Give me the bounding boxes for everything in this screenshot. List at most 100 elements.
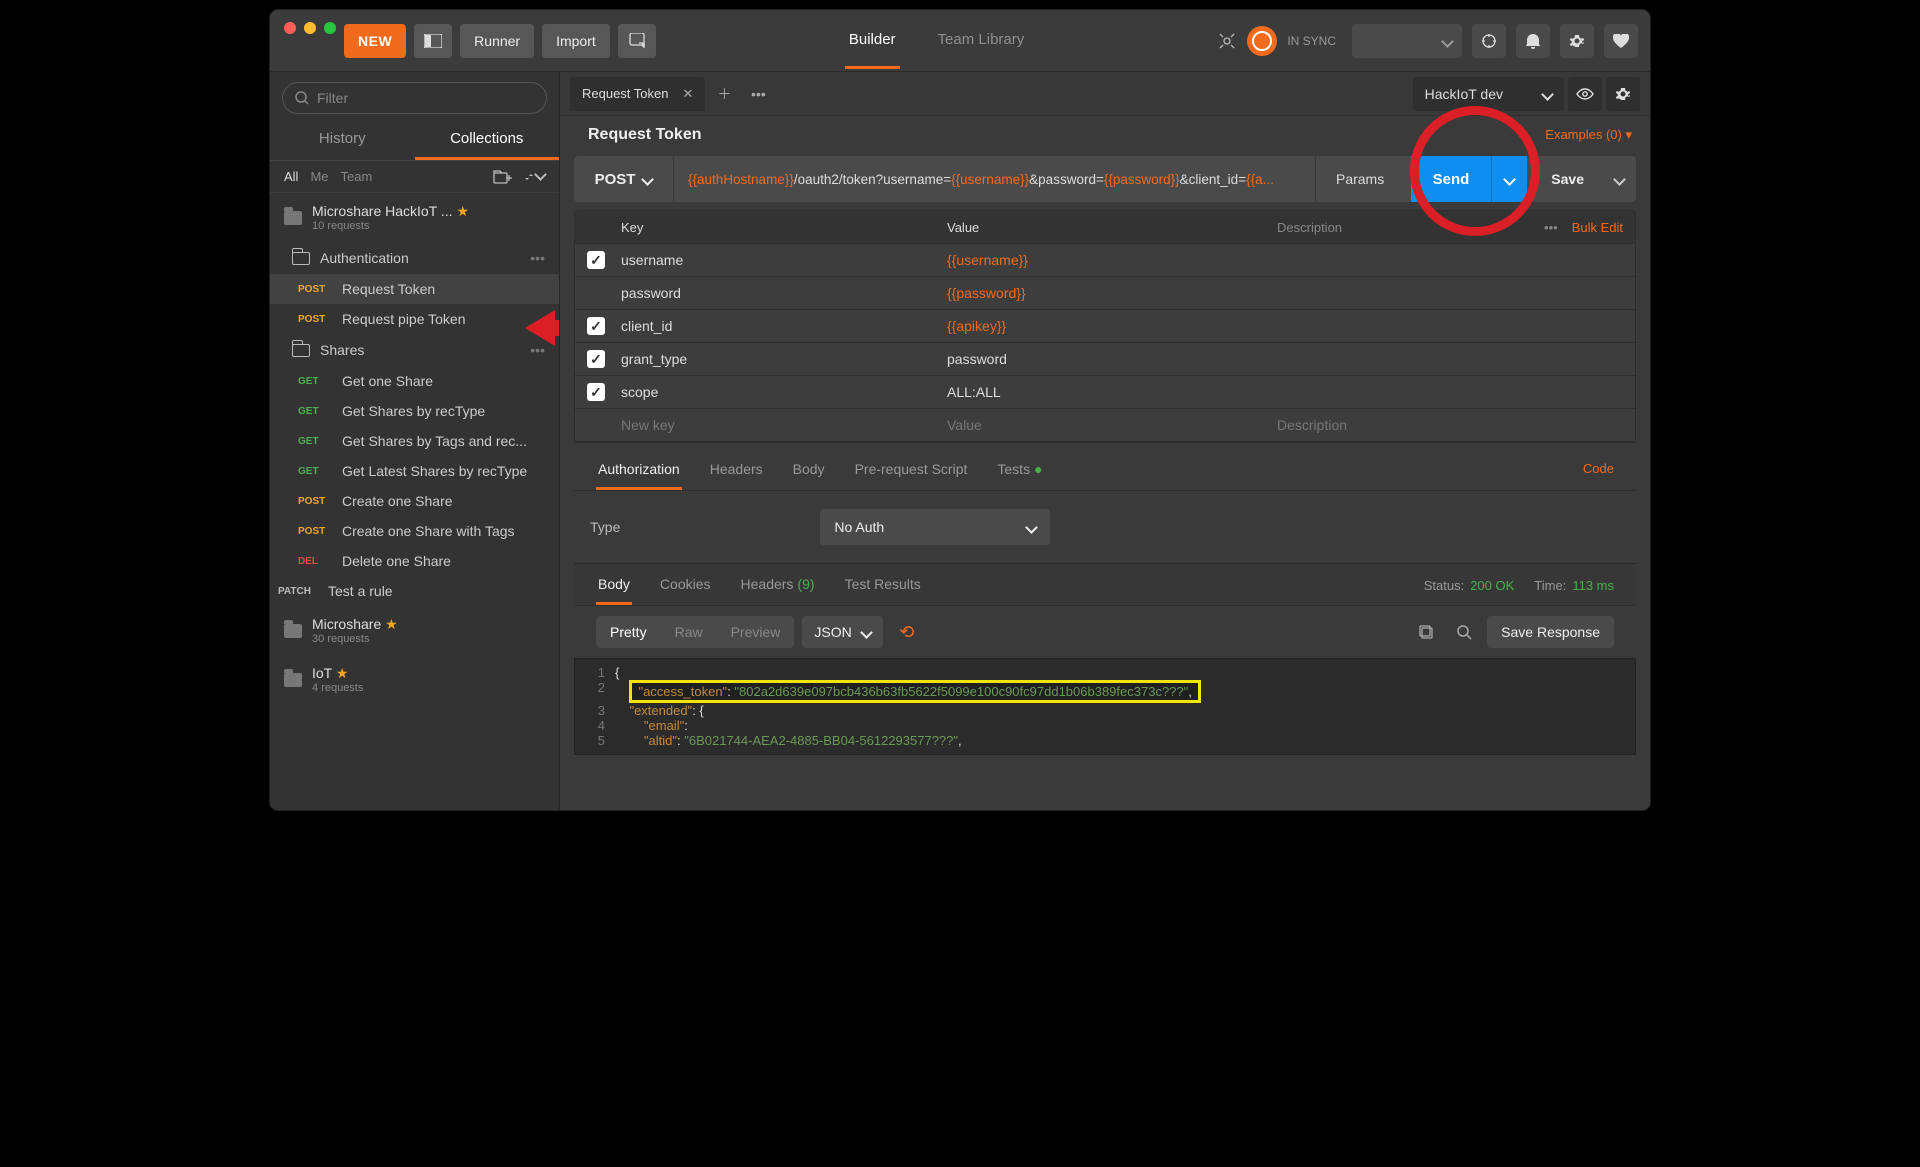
folder-authentication[interactable]: Authentication ••• xyxy=(270,242,559,274)
new-button[interactable]: NEW xyxy=(344,24,406,58)
method-dropdown[interactable]: POST xyxy=(574,156,674,202)
folder-menu-icon[interactable]: ••• xyxy=(530,342,545,358)
heart-icon[interactable] xyxy=(1604,24,1638,58)
tab-tests[interactable]: Tests● xyxy=(995,461,1044,490)
request-item[interactable]: GETGet one Share xyxy=(270,366,559,396)
new-desc[interactable]: Description xyxy=(1277,417,1505,433)
param-key[interactable]: password xyxy=(617,285,947,301)
new-value[interactable]: Value xyxy=(947,417,1277,433)
checkbox-icon[interactable]: ✓ xyxy=(587,317,605,335)
param-value[interactable]: {{username}} xyxy=(947,252,1277,268)
sidebar-tab-collections[interactable]: Collections xyxy=(415,120,560,160)
request-request-pipe-token[interactable]: POST Request pipe Token xyxy=(270,304,559,334)
settings-icon[interactable] xyxy=(1560,24,1594,58)
new-window-button[interactable] xyxy=(618,24,656,58)
environment-quicklook-icon[interactable] xyxy=(1568,77,1602,111)
response-body[interactable]: 1{2 "access_token": "802a2d639e097bcb436… xyxy=(574,658,1636,755)
runner-button[interactable]: Runner xyxy=(460,24,534,58)
view-raw[interactable]: Raw xyxy=(661,624,717,640)
param-row[interactable]: ✓ grant_type password xyxy=(575,343,1635,376)
resp-tab-tests[interactable]: Test Results xyxy=(843,576,923,605)
checkbox-icon[interactable]: ✓ xyxy=(587,383,605,401)
checkbox-icon[interactable]: ✓ xyxy=(587,251,605,269)
new-collection-icon[interactable] xyxy=(493,170,513,184)
param-row-new[interactable]: New key Value Description xyxy=(575,409,1635,442)
auth-type-dropdown[interactable]: No Auth xyxy=(820,509,1050,545)
url-input[interactable]: {{authHostname}}/oauth2/token?username={… xyxy=(674,156,1315,202)
close-tab-icon[interactable]: ✕ xyxy=(683,86,694,102)
request-item[interactable]: POSTCreate one Share xyxy=(270,486,559,516)
collection-iot[interactable]: IoT ★4 requests xyxy=(270,655,559,704)
environment-dropdown[interactable]: HackIoT dev xyxy=(1413,77,1564,111)
notifications-icon[interactable] xyxy=(1516,24,1550,58)
save-response-button[interactable]: Save Response xyxy=(1487,616,1614,648)
param-value[interactable]: {{password}} xyxy=(947,285,1277,301)
request-item[interactable]: GETGet Shares by recType xyxy=(270,396,559,426)
avatar[interactable] xyxy=(1247,26,1277,56)
bulk-edit-link[interactable]: Bulk Edit xyxy=(1572,220,1623,235)
request-item[interactable]: GETGet Latest Shares by recType xyxy=(270,456,559,486)
tab-menu-button[interactable]: ••• xyxy=(743,79,773,109)
param-key[interactable]: username xyxy=(617,252,947,268)
request-item[interactable]: DELDelete one Share xyxy=(270,546,559,576)
param-key[interactable]: scope xyxy=(617,384,947,400)
view-pretty[interactable]: Pretty xyxy=(596,624,661,640)
scope-team[interactable]: Team xyxy=(341,169,373,184)
tab-team-library[interactable]: Team Library xyxy=(934,13,1029,69)
capture-icon[interactable] xyxy=(1472,24,1506,58)
examples-link[interactable]: Examples (0) ▾ xyxy=(1545,127,1632,143)
new-key[interactable]: New key xyxy=(617,417,947,433)
save-dropdown[interactable] xyxy=(1602,156,1636,202)
more-icon[interactable]: ••• xyxy=(1544,220,1558,235)
param-value[interactable]: {{apikey}} xyxy=(947,318,1277,334)
scope-all[interactable]: All xyxy=(284,169,298,184)
collection-microshare[interactable]: Microshare ★30 requests xyxy=(270,606,559,655)
scope-me[interactable]: Me xyxy=(310,169,328,184)
request-request-token[interactable]: POST Request Token xyxy=(270,274,559,304)
view-preview[interactable]: Preview xyxy=(717,624,795,640)
request-tab[interactable]: Request Token ✕ xyxy=(570,77,705,111)
search-response-icon[interactable] xyxy=(1449,617,1479,647)
param-key[interactable]: client_id xyxy=(617,318,947,334)
filter-input[interactable]: Filter xyxy=(282,82,547,114)
sort-icon[interactable] xyxy=(525,171,545,183)
import-button[interactable]: Import xyxy=(542,24,610,58)
checkbox-icon[interactable]: ✓ xyxy=(587,350,605,368)
param-row[interactable]: password {{password}} xyxy=(575,277,1635,310)
send-dropdown[interactable] xyxy=(1491,156,1527,202)
param-row[interactable]: ✓ username {{username}} xyxy=(575,244,1635,277)
request-test-a-rule[interactable]: PATCHTest a rule xyxy=(270,576,559,606)
environment-settings-icon[interactable] xyxy=(1606,77,1640,111)
tab-body[interactable]: Body xyxy=(791,461,827,490)
folder-shares[interactable]: Shares ••• xyxy=(270,334,559,366)
tab-authorization[interactable]: Authorization xyxy=(596,461,682,490)
param-key[interactable]: grant_type xyxy=(617,351,947,367)
save-button[interactable]: Save xyxy=(1533,156,1602,202)
tab-builder[interactable]: Builder xyxy=(845,13,900,69)
new-tab-button[interactable]: ＋ xyxy=(709,79,739,109)
param-row[interactable]: ✓ client_id {{apikey}} xyxy=(575,310,1635,343)
request-item[interactable]: POSTCreate one Share with Tags xyxy=(270,516,559,546)
collection-microshare-hackiot[interactable]: Microshare HackIoT ... ★ 10 requests xyxy=(270,193,559,242)
send-button[interactable]: Send xyxy=(1411,156,1492,202)
param-value[interactable]: password xyxy=(947,351,1277,367)
copy-response-icon[interactable] xyxy=(1411,617,1441,647)
resp-tab-body[interactable]: Body xyxy=(596,576,632,605)
layout-toggle-button[interactable] xyxy=(414,24,452,58)
tab-prerequest[interactable]: Pre-request Script xyxy=(853,461,970,490)
satellite-icon[interactable] xyxy=(1217,31,1237,51)
workspace-dropdown[interactable] xyxy=(1352,24,1462,58)
param-row[interactable]: ✓ scope ALL:ALL xyxy=(575,376,1635,409)
request-item[interactable]: GETGet Shares by Tags and rec... xyxy=(270,426,559,456)
folder-menu-icon[interactable]: ••• xyxy=(530,250,545,266)
resp-tab-headers[interactable]: Headers(9) xyxy=(739,576,817,605)
code-link[interactable]: Code xyxy=(1583,461,1614,490)
param-value[interactable]: ALL:ALL xyxy=(947,384,1277,400)
wrap-lines-icon[interactable]: ⟲ xyxy=(891,616,923,648)
response-format-dropdown[interactable]: JSON xyxy=(802,616,882,648)
tab-headers[interactable]: Headers xyxy=(708,461,765,490)
sidebar-tab-history[interactable]: History xyxy=(270,120,415,160)
resp-tab-cookies[interactable]: Cookies xyxy=(658,576,713,605)
params-button[interactable]: Params xyxy=(1315,156,1405,202)
response-view-toggle[interactable]: Pretty Raw Preview xyxy=(596,616,794,648)
